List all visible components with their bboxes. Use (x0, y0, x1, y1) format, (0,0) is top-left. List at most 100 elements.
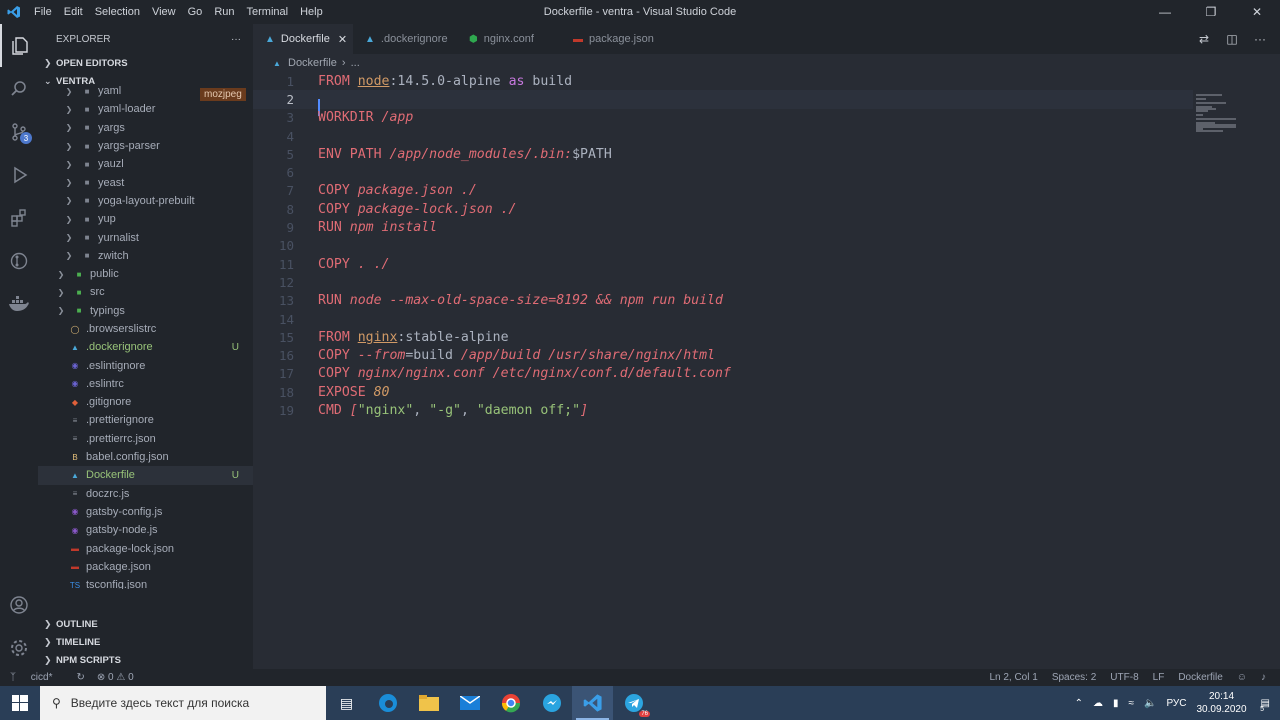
indentation[interactable]: Spaces: 2 (1052, 672, 1096, 683)
editor-tab[interactable]: ▬ package.json (561, 24, 665, 54)
chevron-right-icon[interactable]: ❯ (62, 250, 76, 262)
minimize-icon[interactable]: — (1142, 0, 1188, 24)
tree-item[interactable]: ❯ ■ yoga-layout-prebuilt (38, 192, 253, 210)
tree-item[interactable]: ◉ .eslintrc (38, 375, 253, 393)
file-explorer-icon[interactable] (408, 686, 449, 720)
timeline-section[interactable]: ❯ TIMELINE (38, 633, 253, 651)
editor-tab[interactable]: ▲ Dockerfile ✕ (253, 24, 353, 54)
tree-item[interactable]: ❯ ■ yup (38, 210, 253, 228)
code-line[interactable]: 13 RUN node --max-old-space-size=8192 && … (253, 292, 1193, 310)
tree-item[interactable]: ❯ ■ yargs (38, 119, 253, 137)
windows-start-icon[interactable] (0, 686, 40, 720)
code-line[interactable]: 6 (253, 163, 1193, 181)
code-line[interactable]: 11 COPY . ./ (253, 255, 1193, 273)
tree-item[interactable]: ◉ gatsby-config.js (38, 503, 253, 521)
breadcrumb-file[interactable]: Dockerfile (288, 57, 337, 69)
tree-item[interactable]: ❯ ■ zwitch (38, 247, 253, 265)
menu-edit[interactable]: Edit (58, 6, 89, 18)
chevron-right-icon[interactable]: ❯ (54, 286, 68, 298)
tree-item[interactable]: ≡ .prettierignore (38, 411, 253, 429)
cloud-icon[interactable]: ☁ (1093, 698, 1103, 709)
tree-item[interactable]: ❯ ■ yaml (38, 82, 253, 100)
mail-icon[interactable] (449, 686, 490, 720)
encoding[interactable]: UTF-8 (1110, 672, 1138, 683)
chevron-right-icon[interactable]: ❯ (62, 195, 76, 207)
vscode-taskbar-icon[interactable] (572, 686, 613, 720)
sync-icon[interactable]: ↻ (76, 672, 84, 683)
chrome-browser-icon[interactable] (490, 686, 531, 720)
end-of-line[interactable]: LF (1153, 672, 1165, 683)
code-line[interactable]: 15 FROM nginx:stable-alpine (253, 328, 1193, 346)
docker-icon[interactable] (0, 282, 38, 325)
branch-indicator[interactable]: ᛉ cicd* (10, 672, 64, 683)
tree-item[interactable]: ▬ package.json (38, 558, 253, 576)
menu-terminal[interactable]: Terminal (241, 6, 295, 18)
editor-tab[interactable]: ▲ .dockerignore (353, 24, 457, 54)
menu-selection[interactable]: Selection (89, 6, 146, 18)
code-line[interactable]: 8 COPY package-lock.json ./ (253, 200, 1193, 218)
tree-item[interactable]: ◆ .gitignore (38, 393, 253, 411)
feedback-icon[interactable]: ☺ (1237, 672, 1247, 683)
menu-run[interactable]: Run (208, 6, 240, 18)
tree-item[interactable]: ≡ .prettierrc.json (38, 430, 253, 448)
chevron-right-icon[interactable]: ❯ (62, 177, 76, 189)
code-line[interactable]: 12 (253, 273, 1193, 291)
tree-item[interactable]: ❯ ■ yeast (38, 173, 253, 191)
menu-go[interactable]: Go (182, 6, 209, 18)
close-icon[interactable]: ✕ (1234, 0, 1280, 24)
open-editors-section[interactable]: ❯ OPEN EDITORS (38, 54, 253, 72)
more-actions-icon[interactable]: ··· (1246, 32, 1274, 46)
clock[interactable]: 20:14 30.09.2020 (1196, 690, 1246, 716)
tree-item[interactable]: ▲ .dockerignore U (38, 338, 253, 356)
code-line[interactable]: 14 (253, 310, 1193, 328)
task-view-icon[interactable]: ▤ (326, 686, 367, 720)
breadcrumb-rest[interactable]: ... (351, 57, 360, 69)
chevron-right-icon[interactable]: ❯ (62, 158, 76, 170)
code-line[interactable]: 18 EXPOSE 80 (253, 383, 1193, 401)
cursor-position[interactable]: Ln 2, Col 1 (989, 672, 1037, 683)
menu-help[interactable]: Help (294, 6, 329, 18)
tray-chevron-up-icon[interactable]: ⌃ (1075, 698, 1083, 709)
keyboard-language[interactable]: РУС (1166, 698, 1186, 709)
edge-browser-icon[interactable] (367, 686, 408, 720)
search-icon[interactable] (0, 67, 38, 110)
tree-item[interactable]: ❯ ■ yaml-loader (38, 100, 253, 118)
explorer-icon[interactable] (0, 24, 38, 67)
notifications-bell-icon[interactable]: ♪ (1261, 672, 1266, 683)
notifications-icon[interactable]: ▤ 5 (1260, 698, 1270, 713)
tree-item[interactable]: ◉ .eslintignore (38, 356, 253, 374)
restore-icon[interactable]: ❐ (1188, 0, 1234, 24)
chevron-right-icon[interactable]: ❯ (62, 103, 76, 115)
editor-tab[interactable]: ⬢ nginx.conf (457, 24, 561, 54)
problems-indicator[interactable]: ⊗ 0 ⚠ 0 (97, 672, 134, 683)
code-line[interactable]: 2 (253, 90, 1193, 117)
wifi-icon[interactable]: ≈ (1129, 698, 1135, 709)
taskbar-search-box[interactable]: ⚲ Введите здесь текст для поиска (40, 686, 326, 720)
chevron-right-icon[interactable]: ❯ (54, 305, 68, 317)
tree-item[interactable]: ❯ ■ yauzl (38, 155, 253, 173)
account-icon[interactable] (0, 583, 38, 626)
minimap[interactable] (1192, 72, 1280, 669)
battery-icon[interactable]: ▮ (1113, 698, 1119, 709)
chevron-right-icon[interactable]: ❯ (62, 140, 76, 152)
close-tab-icon[interactable]: ✕ (338, 33, 347, 46)
volume-icon[interactable]: 🔈 (1144, 698, 1156, 709)
code-line[interactable]: 17 COPY nginx/nginx.conf /etc/nginx/conf.… (253, 365, 1193, 383)
run-debug-icon[interactable] (0, 153, 38, 196)
settings-gear-icon[interactable] (0, 626, 38, 669)
code-line[interactable]: 3 WORKDIR /app (253, 109, 1193, 127)
code-line[interactable]: 4 (253, 127, 1193, 145)
outline-section[interactable]: ❯ OUTLINE (38, 615, 253, 633)
tree-item[interactable]: ❯ ■ yargs-parser (38, 137, 253, 155)
extensions-icon[interactable] (0, 196, 38, 239)
split-editor-icon[interactable]: ◫ (1218, 32, 1246, 46)
tree-item[interactable]: ❯ ■ public (38, 265, 253, 283)
more-actions-icon[interactable]: ··· (231, 34, 241, 45)
git-graph-icon[interactable] (0, 239, 38, 282)
code-editor[interactable]: 1 FROM node:14.5.0-alpine as build 2 3 WORKD… (253, 72, 1193, 420)
chevron-right-icon[interactable]: ❯ (62, 213, 76, 225)
tree-item[interactable]: ❯ ■ typings (38, 302, 253, 320)
tree-item[interactable]: ◯ .browserslistrc (38, 320, 253, 338)
code-line[interactable]: 16 COPY --from=build /app/build /usr/shar… (253, 346, 1193, 364)
chevron-right-icon[interactable]: ❯ (54, 268, 68, 280)
